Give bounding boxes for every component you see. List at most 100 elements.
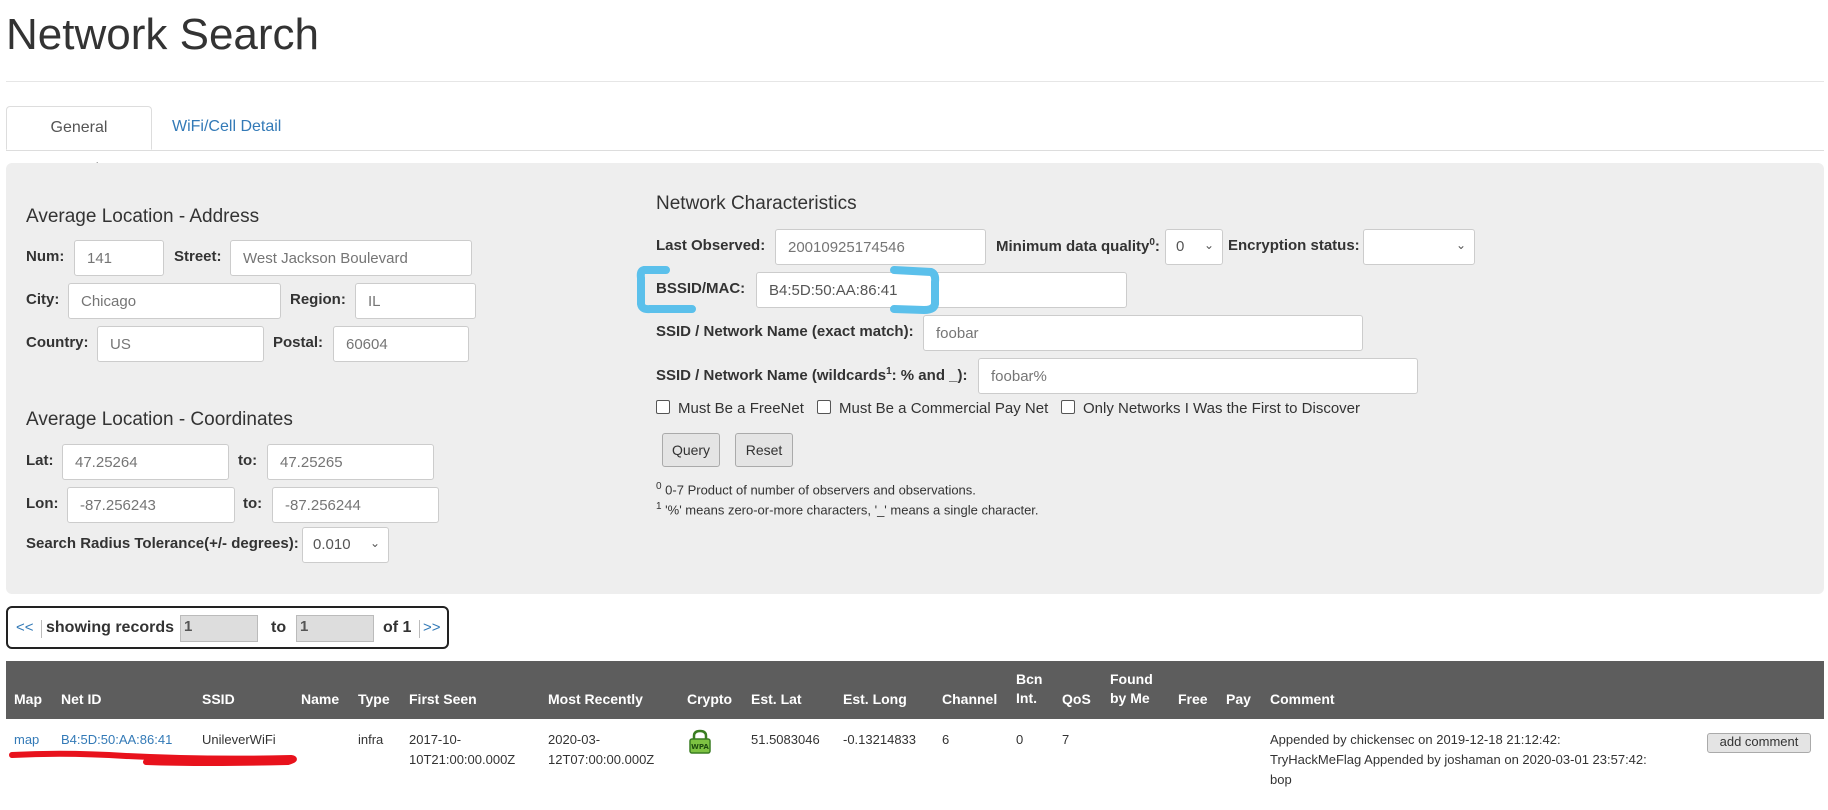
first-seen-cell: 2017-10- 10T21:00:00.000Z	[409, 732, 516, 767]
col-first-seen: First Seen	[409, 691, 477, 707]
lat-to-label: to:	[238, 452, 258, 469]
type-cell: infra	[358, 732, 384, 747]
netid-link[interactable]: B4:5D:50:AA:86:41	[61, 730, 172, 750]
region-input[interactable]	[355, 283, 476, 319]
prev-page-link[interactable]: <<	[16, 619, 34, 636]
col-free: Free	[1178, 691, 1208, 707]
lat-label: Lat:	[26, 452, 54, 469]
region-label: Region:	[290, 291, 346, 308]
col-crypto: Crypto	[687, 691, 733, 707]
encryption-select[interactable]: ⌄	[1363, 229, 1475, 265]
bssid-highlight-marker	[636, 266, 940, 315]
est-lat-cell: 51.5083046	[751, 732, 820, 747]
comment-cell: Appended by chickensec on 2019-12-18 21:…	[1270, 732, 1647, 787]
next-page-link[interactable]: >>	[423, 619, 441, 636]
country-label: Country:	[26, 334, 89, 351]
num-input[interactable]	[74, 240, 164, 276]
col-qos: QoS	[1062, 691, 1091, 707]
page-title: Network Search	[6, 10, 320, 59]
first-discover-checkbox[interactable]: Only Networks I Was the First to Discove…	[1061, 400, 1360, 417]
bcn-cell: 0	[1016, 732, 1024, 747]
ssid-exact-label: SSID / Network Name (exact match):	[656, 323, 914, 340]
network-heading: Network Characteristics	[656, 193, 857, 214]
col-type: Type	[358, 691, 390, 707]
lon-from-input[interactable]	[67, 487, 235, 523]
pagination-bar: << showing records 1 to 1 of 1 >>	[6, 606, 449, 649]
most-recently-cell: 2020-03- 12T07:00:00.000Z	[548, 732, 655, 767]
pager-to-label: to	[271, 619, 287, 636]
crypto-text: WPA	[691, 743, 709, 751]
col-pay: Pay	[1226, 691, 1251, 707]
col-est-lat: Est. Lat	[751, 691, 802, 707]
min-quality-label: Minimum data quality0:	[996, 237, 1160, 255]
col-found-by-me: Found by Me	[1110, 671, 1153, 706]
tab-wifi-cell-detail[interactable]: WiFi/Cell Detail	[156, 106, 297, 150]
footnote-wildcards: 1 '%' means zero-or-more characters, '_'…	[656, 501, 1039, 518]
divider	[6, 81, 1824, 82]
col-comment: Comment	[1270, 691, 1335, 707]
chevron-down-icon: ⌄	[1203, 238, 1214, 252]
last-observed-label: Last Observed:	[656, 237, 766, 254]
channel-cell: 6	[942, 732, 950, 747]
tab-general-search[interactable]: General Search	[6, 106, 152, 178]
checkbox-box[interactable]	[656, 400, 670, 414]
col-netid: Net ID	[61, 691, 102, 707]
showing-records-label: showing records	[46, 619, 175, 636]
col-channel: Channel	[942, 691, 998, 707]
lon-to-label: to:	[243, 495, 263, 512]
qos-cell: 7	[1062, 732, 1070, 747]
min-quality-select[interactable]: 0 ⌄	[1165, 229, 1223, 265]
radius-label: Search Radius Tolerance(+/- degrees):	[26, 535, 299, 552]
checkbox-box[interactable]	[817, 400, 831, 414]
ssid-wildcard-input[interactable]	[978, 358, 1418, 394]
col-est-long: Est. Long	[843, 691, 907, 707]
radius-select[interactable]: 0.010 ⌄	[302, 527, 389, 563]
tab-bar-border	[6, 150, 1824, 151]
col-name: Name	[301, 691, 340, 707]
add-comment-button[interactable]: add comment	[1707, 733, 1811, 753]
last-observed-input[interactable]	[775, 229, 986, 265]
street-label: Street:	[174, 248, 222, 265]
lon-to-input[interactable]	[272, 487, 439, 523]
map-link[interactable]: map	[14, 730, 39, 750]
results-table-header	[6, 661, 1824, 719]
col-map: Map	[14, 691, 42, 707]
underline-marker	[9, 750, 297, 766]
chevron-down-icon: ⌄	[369, 536, 380, 550]
coordinates-heading: Average Location - Coordinates	[26, 409, 293, 430]
lat-to-input[interactable]	[267, 444, 434, 480]
pager-separator	[419, 620, 420, 638]
lat-from-input[interactable]	[62, 444, 229, 480]
ssid-wildcard-label: SSID / Network Name (wildcards1: % and _…	[656, 366, 968, 384]
wpa-lock-icon: WPA	[689, 729, 711, 754]
radius-value: 0.010	[313, 536, 351, 553]
chevron-down-icon: ⌄	[1455, 238, 1466, 252]
postal-input[interactable]	[333, 326, 469, 362]
est-long-cell: -0.13214833	[843, 732, 917, 747]
num-label: Num:	[26, 248, 65, 265]
reset-button[interactable]: Reset	[735, 433, 793, 467]
pager-separator	[41, 620, 42, 638]
encryption-label: Encryption status:	[1228, 237, 1360, 254]
col-ssid: SSID	[202, 691, 235, 707]
query-button[interactable]: Query	[662, 433, 720, 467]
ssid-exact-input[interactable]	[923, 315, 1363, 351]
city-label: City:	[26, 291, 60, 308]
col-most-recently: Most Recently	[548, 691, 643, 707]
address-heading: Average Location - Address	[26, 206, 260, 227]
lon-label: Lon:	[26, 495, 59, 512]
page-from-input[interactable]: 1	[180, 615, 258, 642]
freenet-checkbox[interactable]: Must Be a FreeNet	[656, 400, 804, 417]
city-input[interactable]	[68, 283, 281, 319]
col-bcn-int: Bcn Int.	[1016, 671, 1043, 706]
ssid-cell: UnileverWiFi	[202, 732, 276, 747]
postal-label: Postal:	[273, 334, 324, 351]
country-input[interactable]	[97, 326, 264, 362]
min-quality-value: 0	[1176, 238, 1185, 255]
street-input[interactable]	[230, 240, 472, 276]
footnote-quality: 0 0-7 Product of number of observers and…	[656, 481, 976, 498]
checkbox-box[interactable]	[1061, 400, 1075, 414]
paynet-checkbox[interactable]: Must Be a Commercial Pay Net	[817, 400, 1048, 417]
pager-of-label: of 1	[383, 619, 412, 636]
page-to-input[interactable]: 1	[296, 615, 374, 642]
